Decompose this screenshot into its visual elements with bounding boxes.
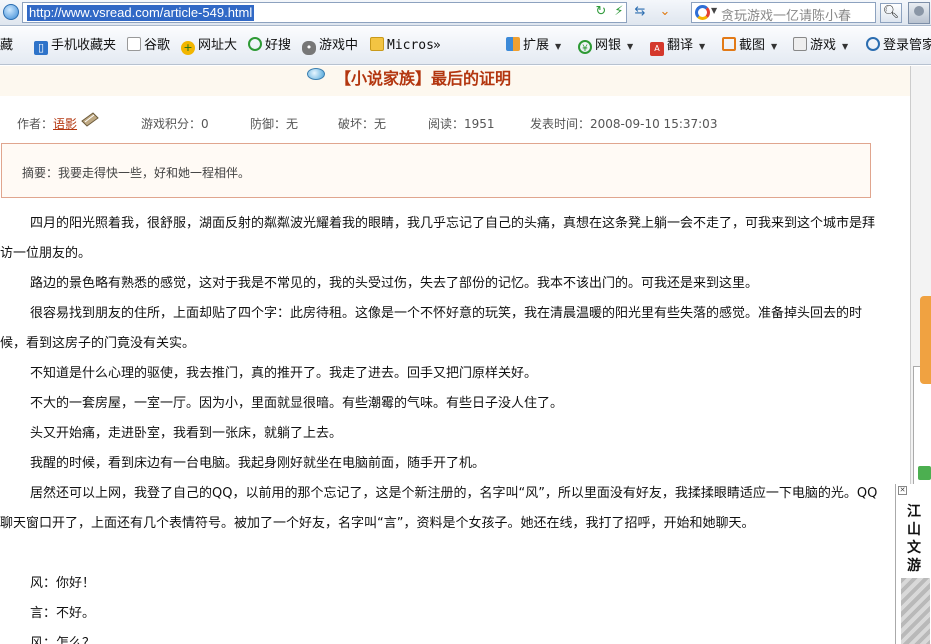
refresh-icon[interactable]: ↻ (592, 3, 610, 21)
address-toolbar: http://www.vsread.com/article-549.html ↻… (0, 0, 931, 26)
favorites-toolbar: 藏 ▯ 手机收藏夹 谷歌 + 网址大 好搜 • 游戏中 Micros » 扩展 ▼ ¥ 网… (0, 27, 931, 65)
fav-label: 谷歌 (144, 38, 171, 53)
search-engine-dropdown-icon[interactable]: ▼ (711, 6, 717, 15)
search-engine-icon[interactable] (695, 5, 710, 20)
gamepad-icon: • (302, 41, 316, 55)
paragraph: 四月的阳光照着我，很舒服，湖面反射的粼粼波光耀着我的眼睛，我几乎忘记了自己的头痛… (0, 216, 876, 261)
address-input[interactable]: http://www.vsread.com/article-549.html (22, 2, 627, 23)
fav-label: 网址大 (198, 38, 238, 53)
side-widget-label[interactable]: 江山文游 (905, 503, 923, 575)
fav-item-urls[interactable]: + 网址大 (181, 36, 237, 56)
fav-label: Micros (387, 38, 434, 53)
paragraph: 很容易找到朋友的住所，上面却贴了四个字：此房待租。这像是一个不怀好意的玩笑，我在… (0, 306, 863, 351)
fav-item-extensions[interactable]: 扩展 ▼ (506, 36, 561, 56)
published-meta: 发表时间：2008-09-10 15:37:03 (530, 117, 718, 131)
paragraph: 不大的一套房屋，一室一厅。因为小，里面就显很暗。有些潮霉的气味。有些日子没人住了… (30, 396, 564, 411)
summary-box: 摘要：我要走得快一些，好和她一程相伴。 (1, 143, 871, 198)
author-label: 作者： (17, 117, 54, 131)
side-float-tab[interactable] (920, 296, 931, 384)
fav-item-games[interactable]: • 游戏中 (302, 36, 358, 56)
side-widget-image[interactable] (901, 578, 930, 644)
fav-item-screenshot[interactable]: 截图 ▼ (722, 36, 777, 56)
fav-item-game[interactable]: 游戏 ▼ (793, 36, 848, 56)
user-avatar[interactable] (908, 2, 930, 24)
chat-icon[interactable] (918, 466, 931, 480)
fav-label: 好搜 (265, 38, 292, 53)
fav-label: 扩展 (523, 38, 550, 53)
favorites-overflow-button[interactable]: » (433, 36, 441, 56)
paragraph: 头又开始痛，走进卧室，我看到一张床，就躺了上去。 (30, 426, 343, 441)
search-q-icon (248, 37, 262, 51)
paragraph: 不知道是什么心理的驱使，我去推门，真的推开了。我走了进去。回手又把门原样关好。 (30, 366, 538, 381)
login-search-icon (866, 37, 880, 51)
fav-label: 藏 (0, 38, 14, 53)
search-placeholder: 贪玩游戏一亿请陈小春 (721, 9, 852, 24)
overflow-chevron-icon: » (433, 38, 441, 53)
url-text[interactable]: http://www.vsread.com/article-549.html (27, 5, 255, 21)
fav-item-haosou[interactable]: 好搜 (248, 36, 291, 56)
fav-label: 游戏 (810, 38, 837, 53)
speed-bolt-icon[interactable]: ⚡ (610, 3, 628, 21)
chevron-down-icon[interactable]: ▼ (555, 42, 561, 51)
break-meta: 破坏：无 (338, 117, 387, 131)
article-title: 【小说家族】最后的证明 (335, 69, 512, 88)
fav-item-favorites[interactable]: 藏 (0, 36, 13, 56)
phone-icon: ▯ (34, 41, 48, 55)
paragraph: 我醒的时候，看到床边有一台电脑。我起身刚好就坐在电脑前面，随手开了机。 (30, 456, 486, 471)
translate-icon: A (650, 42, 664, 56)
bank-icon: ¥ (578, 40, 592, 54)
plus-globe-icon: + (181, 41, 195, 55)
dialogue-line: 言：不好。 (30, 606, 96, 621)
paragraph: 居然还可以上网，我登了自己的QQ，以前用的那个忘记了，这是个新注册的，名字叫“风… (0, 486, 878, 531)
search-input[interactable]: ▼ 贪玩游戏一亿请陈小春 (691, 2, 876, 24)
title-bar: 【小说家族】最后的证明 (0, 66, 910, 96)
article-bullet-icon (307, 68, 325, 80)
reads-meta: 阅读：1951 (428, 117, 495, 131)
article-body: 四月的阳光照着我，很舒服，湖面反射的粼粼波光耀着我的眼睛，我几乎忘记了自己的头痛… (0, 209, 878, 644)
chevron-down-icon[interactable]: ▼ (842, 42, 848, 51)
paragraph: 路边的景色略有熟悉的感觉，这对于我是不常见的，我的头受过伤，失去了部份的记忆。我… (30, 276, 759, 291)
fav-label: 网银 (595, 38, 622, 53)
pen-icon[interactable] (81, 111, 99, 127)
chevron-down-icon[interactable]: ⌄ (656, 3, 674, 21)
summary-text: 摘要：我要走得快一些，好和她一程相伴。 (22, 166, 251, 180)
chevron-down-icon[interactable]: ▼ (627, 42, 633, 51)
dialogue-line: 风：怎么？ (30, 636, 96, 644)
page-content: 【小说家族】最后的证明 作者：语影 游戏积分：0 防御：无 破坏：无 阅读：19… (0, 66, 910, 644)
fav-label: 截图 (739, 38, 766, 53)
fav-item-bank[interactable]: ¥ 网银 ▼ (578, 36, 633, 56)
screenshot-icon (722, 37, 736, 51)
chevron-down-icon[interactable]: ▼ (699, 42, 705, 51)
game-icon (793, 37, 807, 51)
back-forward-icon[interactable]: ⇆ (631, 3, 649, 21)
close-icon[interactable]: ✕ (898, 486, 907, 495)
fav-item-micros[interactable]: Micros (370, 36, 434, 56)
fav-item-mobile[interactable]: ▯ 手机收藏夹 (34, 36, 116, 56)
fav-label: 登录管家 (883, 38, 931, 53)
page-icon (127, 37, 141, 51)
author-meta: 作者：语影 (17, 115, 77, 132)
score-meta: 游戏积分：0 (141, 117, 209, 131)
search-button[interactable]: 🔍︎ (880, 3, 902, 23)
fav-label: 游戏中 (319, 38, 359, 53)
fav-item-translate[interactable]: A 翻译 ▼ (650, 36, 705, 56)
fav-label: 手机收藏夹 (51, 38, 117, 53)
site-globe-icon (3, 4, 19, 20)
defense-meta: 防御：无 (250, 117, 299, 131)
extensions-icon (506, 37, 520, 51)
author-link[interactable]: 语影 (53, 117, 77, 131)
fav-item-login[interactable]: 登录管家 (866, 36, 931, 56)
fav-item-google[interactable]: 谷歌 (127, 36, 170, 56)
dialogue-line: 风：你好！ (30, 576, 96, 591)
fav-label: 翻译 (667, 38, 694, 53)
folder-icon (370, 37, 384, 51)
chevron-down-icon[interactable]: ▼ (771, 42, 777, 51)
